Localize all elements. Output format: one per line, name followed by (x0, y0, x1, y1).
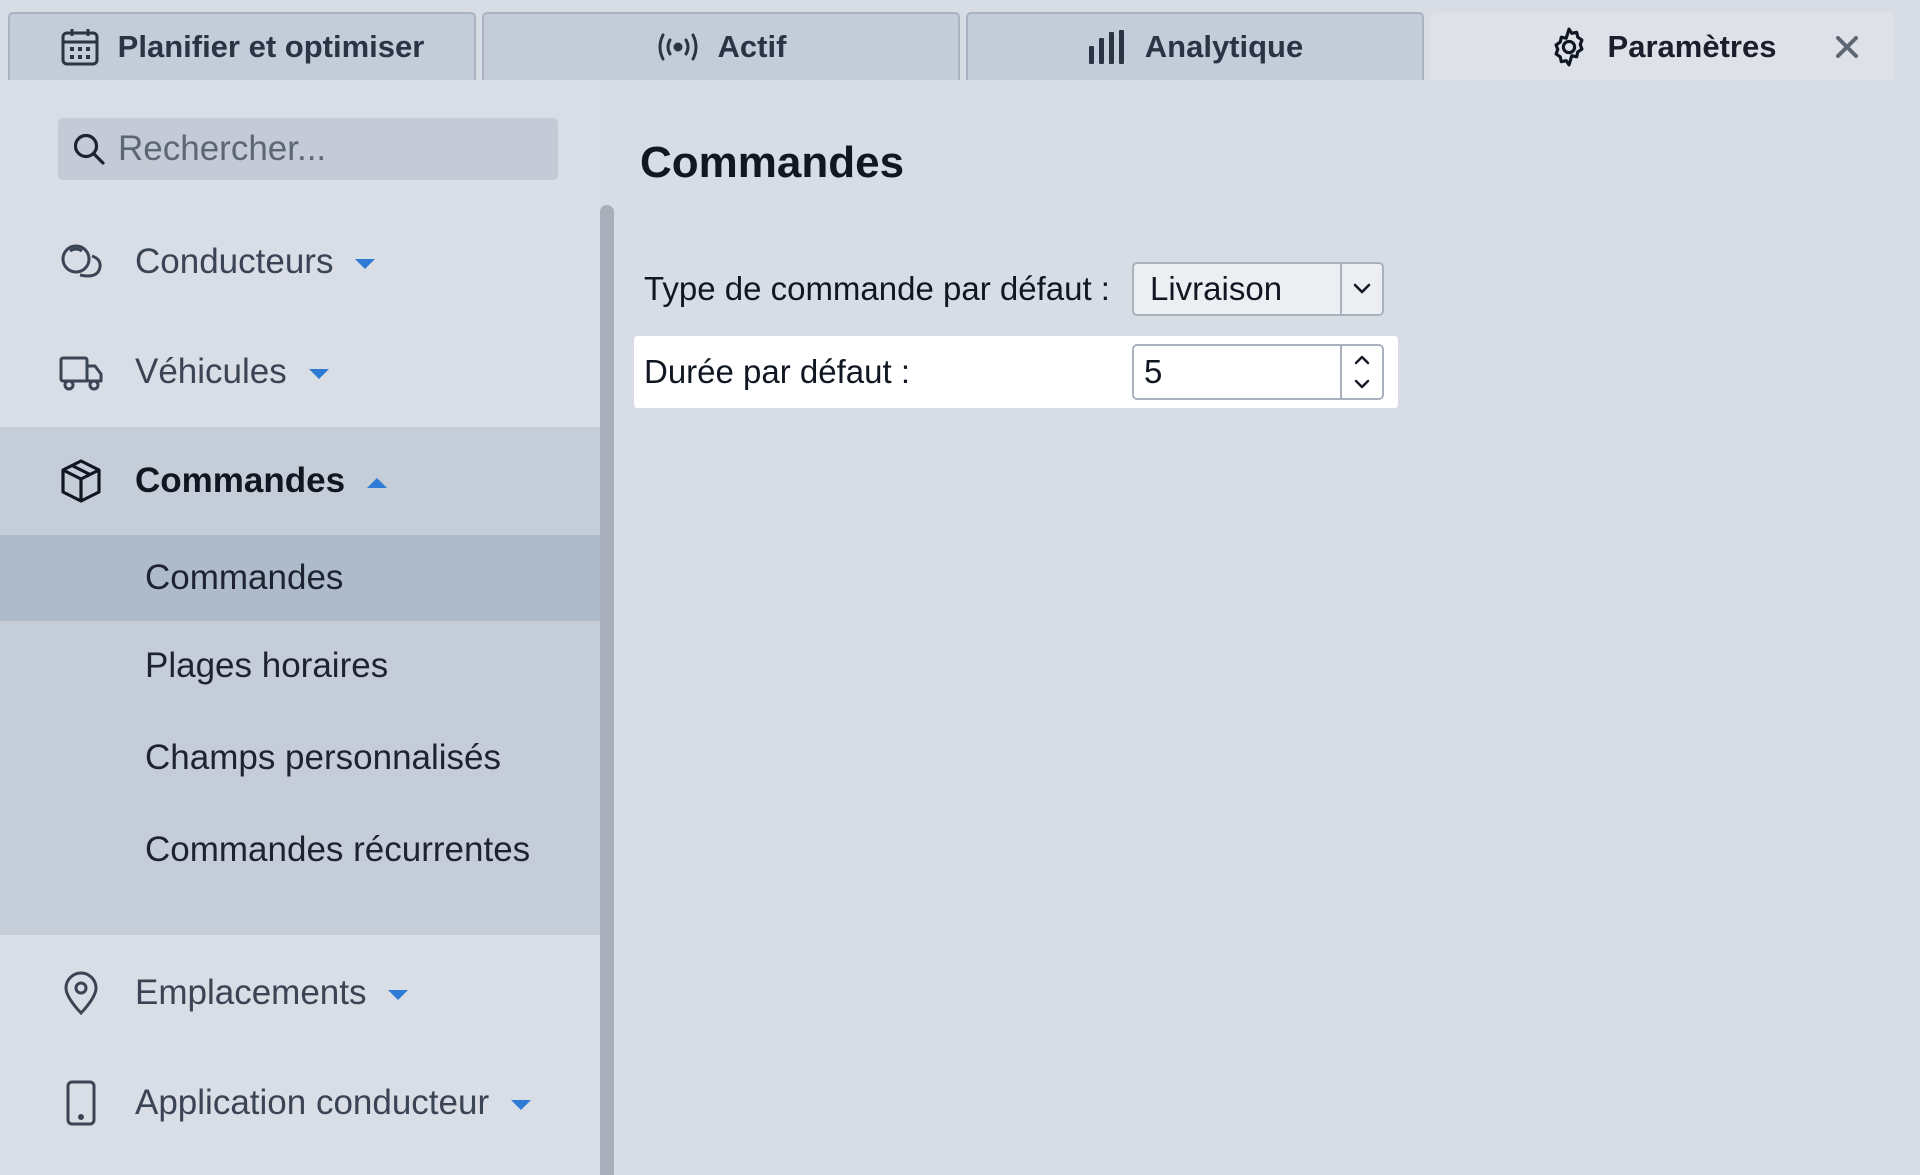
order-type-label: Type de commande par défaut : (644, 270, 1110, 307)
tab-bar: Planifier et optimiser Actif Analytique … (0, 0, 1920, 80)
settings-panel: Commandes Type de commande par défaut : … (614, 80, 1920, 1175)
sidebar: Conducteurs Véhicules Commandes Commande… (0, 80, 600, 1175)
sidebar-item-label: Emplacements (135, 973, 367, 1012)
search-box (58, 118, 558, 180)
chevron-down-icon (1353, 283, 1371, 294)
submenu-item-plages-horaires[interactable]: Plages horaires (0, 623, 600, 709)
chevron-down-icon (1354, 379, 1370, 389)
decrement-button[interactable] (1354, 372, 1370, 396)
duration-label: Durée par défaut : (644, 353, 910, 390)
page-title: Commandes (640, 138, 905, 187)
chevron-down-icon (308, 368, 329, 379)
order-type-value: Livraison (1150, 270, 1283, 307)
stepper-buttons (1340, 346, 1382, 398)
sidebar-item-label: Véhicules (135, 352, 287, 391)
sidebar-item-vehicules[interactable]: Véhicules (0, 317, 600, 427)
broadcast-icon (658, 33, 698, 61)
chevron-down-icon (355, 258, 376, 269)
search-icon (73, 133, 105, 165)
duration-row: Durée par défaut : (634, 336, 1398, 408)
order-type-select[interactable]: Livraison (1132, 262, 1384, 316)
tab-planifier[interactable]: Planifier et optimiser (8, 12, 476, 80)
submenu-item-label: Champs personnalisés (145, 738, 502, 777)
sidebar-item-emplacements[interactable]: Emplacements (0, 938, 600, 1048)
search-input[interactable] (118, 129, 538, 169)
sidebar-item-label: Application conducteur (135, 1083, 490, 1122)
phone-icon (66, 1080, 96, 1126)
submenu-item-label: Plages horaires (145, 646, 389, 685)
dropdown-toggle[interactable] (1340, 264, 1382, 314)
chevron-down-icon (511, 1099, 532, 1110)
drivers-icon (61, 244, 102, 278)
chevron-down-icon (388, 989, 409, 1000)
close-tab-button[interactable] (1836, 31, 1872, 63)
tab-label: Planifier et optimiser (117, 29, 425, 64)
tab-label: Paramètres (1607, 29, 1777, 64)
submenu-item-champs-personnalises[interactable]: Champs personnalisés (0, 715, 600, 801)
sidebar-scrollbar[interactable] (600, 205, 614, 1175)
duration-stepper[interactable] (1132, 344, 1384, 400)
sidebar-item-label: Conducteurs (135, 242, 334, 281)
close-icon (1836, 36, 1858, 58)
tab-parametres[interactable]: Paramètres (1430, 12, 1894, 80)
package-icon (61, 459, 101, 503)
submenu-item-commandes[interactable]: Commandes (0, 535, 600, 621)
truck-icon (59, 356, 103, 391)
chevron-up-icon (367, 477, 388, 488)
order-type-row: Type de commande par défaut : Livraison (634, 253, 1398, 325)
location-pin-icon (64, 971, 98, 1016)
sidebar-item-commandes[interactable]: Commandes (0, 427, 600, 535)
gear-icon (1554, 27, 1584, 67)
duration-input[interactable] (1144, 353, 1324, 391)
submenu-item-commandes-recurrentes[interactable]: Commandes récurrentes (0, 807, 600, 893)
tab-label: Actif (717, 29, 787, 64)
submenu-item-label: Commandes (145, 558, 344, 597)
sidebar-item-label: Commandes (135, 461, 346, 500)
chevron-up-icon (1354, 355, 1370, 365)
submenu-item-label: Commandes récurrentes (145, 830, 531, 869)
commandes-submenu: Commandes Plages horaires Champs personn… (0, 535, 600, 935)
calendar-icon (61, 29, 99, 66)
sidebar-item-conducteurs[interactable]: Conducteurs (0, 207, 600, 317)
increment-button[interactable] (1354, 348, 1370, 372)
bar-chart-icon (1088, 30, 1124, 64)
tab-actif[interactable]: Actif (482, 12, 960, 80)
tab-label: Analytique (1144, 29, 1304, 64)
tab-analytique[interactable]: Analytique (966, 12, 1424, 80)
sidebar-item-application-conducteur[interactable]: Application conducteur (0, 1048, 600, 1158)
